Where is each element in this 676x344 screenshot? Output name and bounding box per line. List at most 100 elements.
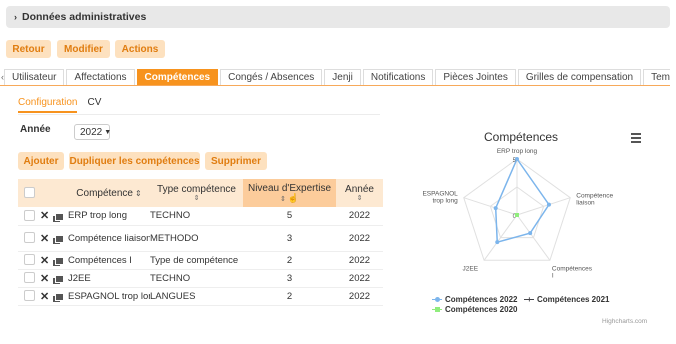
cell-competence: ESPAGNOL trop long	[68, 287, 150, 306]
sort-icon: ⇕ ☝	[279, 192, 300, 203]
row-checkbox[interactable]	[23, 290, 35, 302]
radar-point	[515, 213, 519, 217]
cell-year: 2022	[336, 251, 383, 270]
tab-conges-absences[interactable]: Congés / Absences	[220, 69, 323, 85]
year-select[interactable]: 2022 ▼	[74, 124, 112, 140]
radar-spoke	[463, 197, 518, 216]
radar-category-label: ERP trop long	[497, 148, 538, 155]
select-all-cell	[18, 179, 40, 207]
header-competence[interactable]: Compétence ⇕	[68, 179, 150, 207]
cell-year: 2022	[336, 225, 383, 252]
cell-type: METHODO	[150, 225, 243, 252]
delete-button[interactable]: Supprimer	[205, 152, 267, 170]
radar-point	[546, 202, 551, 207]
competences-table: Compétence ⇕ Type compétence ⇕ Niveau d'Ex…	[18, 179, 383, 306]
sort-icon: ⇕	[135, 188, 142, 198]
actions-button[interactable]: Actions	[115, 40, 165, 58]
subtab-cv[interactable]: CV	[87, 97, 101, 113]
cell-level: 3	[243, 269, 336, 288]
tab-grilles-compensation[interactable]: Grilles de compensation	[517, 69, 642, 85]
tab-pieces-jointes[interactable]: Pièces Jointes	[435, 69, 516, 85]
legend-item[interactable]: Compétences 2020	[432, 305, 517, 314]
tab-affectations[interactable]: Affectations	[66, 69, 135, 85]
radar-chart: ERP trop long Compétence liaison Compétence…	[422, 148, 613, 279]
cell-competence: J2EE	[68, 269, 150, 288]
row-checkbox[interactable]	[23, 254, 35, 266]
tab-notifications[interactable]: Notifications	[362, 69, 434, 85]
header-year[interactable]: Année ⇕	[336, 179, 383, 207]
radar-category-label: J2EE	[463, 265, 479, 272]
row-checkbox[interactable]	[23, 232, 35, 244]
close-icon[interactable]: ✕	[40, 290, 49, 303]
tab-bar: ‹ Utilisateur Affectations Compétences C…	[0, 69, 670, 86]
cell-type: LANGUES	[150, 287, 243, 306]
year-value: 2022	[80, 126, 103, 138]
cell-level: 5	[243, 207, 336, 226]
header-type[interactable]: Type compétence ⇕	[150, 179, 243, 207]
sort-icon: ⇕	[356, 194, 363, 202]
table-row[interactable]: ✕ J2EE TECHNO 3 2022	[18, 269, 383, 288]
table-row[interactable]: ✕ Compétences I Type de compétence 2 202…	[18, 251, 383, 270]
cell-level: 3	[243, 225, 336, 252]
legend-item[interactable]: Compétences 2021	[524, 295, 609, 304]
cell-level: 2	[243, 251, 336, 270]
chart-credits[interactable]: Highcharts.com	[602, 318, 647, 325]
copy-icon[interactable]	[52, 256, 65, 267]
radar-category-label: ESPAGNOL trop long	[422, 191, 458, 205]
subtab-configuration[interactable]: Configuration	[18, 97, 78, 113]
radar-series-line	[494, 157, 550, 244]
subtab-bar: Configuration CV	[18, 97, 111, 113]
chevron-right-icon: ›	[14, 12, 17, 22]
table-header-row: Compétence ⇕ Type compétence ⇕ Niveau d'Ex…	[18, 179, 383, 207]
cell-competence: Compétence liaison	[68, 225, 150, 252]
chevron-down-icon: ▼	[104, 128, 112, 136]
hamburger-menu-icon[interactable]	[631, 133, 641, 145]
table-row[interactable]: ✕ Compétence liaison METHODO 3 2022	[18, 225, 383, 252]
copy-icon[interactable]	[52, 234, 65, 245]
copy-icon[interactable]	[52, 212, 65, 223]
close-icon[interactable]: ✕	[40, 272, 49, 285]
row-checkbox[interactable]	[23, 272, 35, 284]
radar-category-label: Compétence liaison	[576, 193, 613, 207]
radar-point	[493, 206, 498, 211]
admin-section-title: Données administratives	[22, 11, 147, 23]
divider	[18, 114, 380, 115]
chart-title: Compétences	[484, 130, 559, 144]
header-level[interactable]: Niveau d'Expertise ⇕ ☝	[243, 179, 336, 207]
cell-year: 2022	[336, 207, 383, 226]
cell-competence: ERP trop long	[68, 207, 150, 226]
legend-item[interactable]: Compétences 2022	[432, 295, 517, 304]
back-button[interactable]: Retour	[6, 40, 51, 58]
duplicate-competences-button[interactable]: Dupliquer les compétences	[69, 152, 200, 170]
radar-category-label: Compétences I	[552, 265, 593, 279]
cell-year: 2022	[336, 269, 383, 288]
select-all-checkbox[interactable]	[23, 187, 35, 199]
close-icon[interactable]: ✕	[40, 232, 49, 245]
radar-point	[515, 157, 519, 161]
copy-icon[interactable]	[52, 292, 65, 303]
admin-section-header[interactable]: › Données administratives	[6, 6, 670, 28]
hand-cursor-icon: ☝	[287, 192, 300, 203]
tab-temps[interactable]: Temps de tr	[643, 69, 670, 85]
sort-icon: ⇕	[193, 194, 200, 202]
table-row[interactable]: ✕ ESPAGNOL trop long LANGUES 2 2022	[18, 287, 383, 306]
tab-utilisateur[interactable]: Utilisateur	[4, 69, 65, 85]
table-row[interactable]: ✕ ERP trop long TECHNO 5 2022	[18, 207, 383, 226]
add-button[interactable]: Ajouter	[18, 152, 64, 170]
copy-icon[interactable]	[52, 274, 65, 285]
cell-type: TECHNO	[150, 207, 243, 226]
row-checkbox[interactable]	[23, 210, 35, 222]
close-icon[interactable]: ✕	[40, 209, 49, 222]
radar-point	[528, 231, 533, 236]
cell-competence: Compétences I	[68, 251, 150, 270]
cell-year: 2022	[336, 287, 383, 306]
year-label: Année	[20, 124, 51, 135]
cell-type: Type de compétence	[150, 251, 243, 270]
tab-jenji[interactable]: Jenji	[324, 69, 361, 85]
tab-competences[interactable]: Compétences	[136, 69, 219, 85]
close-icon[interactable]: ✕	[40, 254, 49, 267]
cell-level: 2	[243, 287, 336, 306]
edit-button[interactable]: Modifier	[57, 40, 110, 58]
radar-point	[495, 240, 500, 245]
cell-type: TECHNO	[150, 269, 243, 288]
